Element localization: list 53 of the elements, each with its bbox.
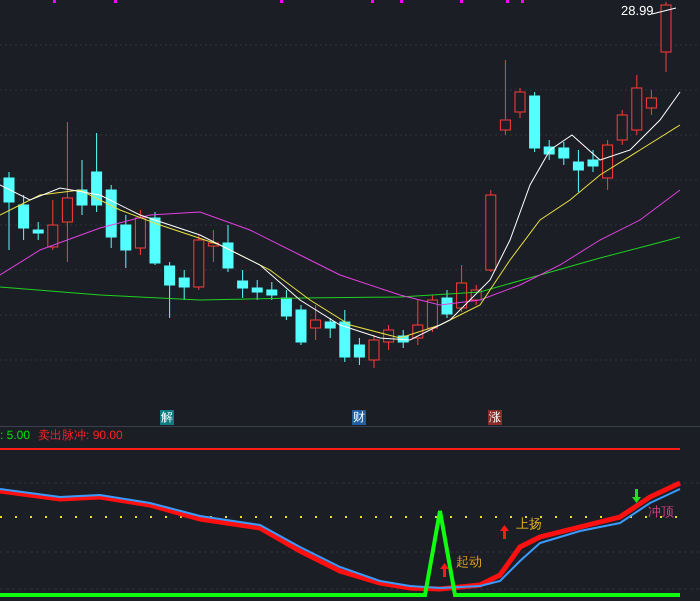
candlestick (310, 304, 322, 340)
candlestick (18, 194, 30, 240)
candlestick (470, 284, 482, 306)
candlestick (572, 150, 584, 192)
candlestick (646, 90, 657, 116)
candlestick (252, 280, 263, 300)
candlestick (280, 290, 292, 320)
candlestick (134, 210, 146, 256)
signal-label: 上扬 (516, 517, 542, 531)
candlestick (426, 294, 438, 332)
event-marker: 财 (352, 410, 366, 425)
candlestick (106, 184, 117, 248)
candlestick (47, 200, 58, 250)
candlestick (237, 270, 248, 298)
candlestick (76, 160, 88, 216)
event-marker: 涨 (488, 410, 502, 425)
candlestick (544, 140, 555, 160)
candlestick (266, 282, 278, 300)
candlestick (208, 230, 219, 262)
candlestick (324, 318, 336, 338)
candlestick (150, 212, 160, 266)
candlestick (398, 330, 409, 348)
candlestick (178, 270, 190, 300)
candlestick (32, 222, 44, 240)
signal-label: 起动 (456, 555, 482, 569)
candlestick (222, 224, 234, 272)
candlestick (383, 324, 394, 350)
candlestick (296, 304, 306, 346)
candlestick (164, 262, 176, 318)
candlestick (514, 88, 526, 118)
candlestick (442, 290, 452, 318)
indicator-legend: 卖出脉冲: 90.00 (38, 428, 123, 442)
candlestick (631, 74, 642, 136)
event-marker: 解 (160, 410, 174, 425)
up-arrow-icon (440, 563, 449, 577)
candlestick (120, 214, 132, 268)
up-arrow-icon (500, 525, 509, 539)
candlestick (456, 264, 468, 312)
candlestick (339, 310, 350, 362)
candlestick (529, 92, 540, 152)
candlestick (588, 150, 598, 172)
candlestick (193, 234, 204, 290)
candlestick (412, 300, 424, 346)
down-arrow-icon (632, 489, 641, 503)
candlestick (558, 142, 570, 166)
indicator-legend: : 5.00 (0, 428, 30, 442)
signal-label: 冲顶 (648, 505, 674, 519)
candlestick (602, 140, 614, 190)
candlestick (368, 334, 380, 368)
leader-line (652, 8, 676, 14)
candlestick (616, 110, 628, 146)
high-price-label: 28.99 (621, 2, 654, 20)
candlestick (354, 338, 365, 366)
